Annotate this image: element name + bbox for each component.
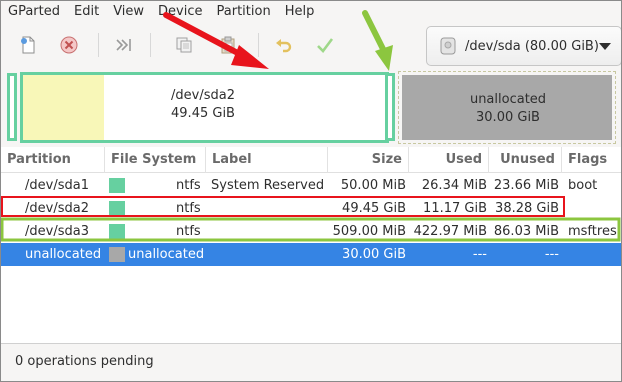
- cell-size: 49.45 GiB: [342, 201, 406, 216]
- unallocated-size: 30.00 GiB: [476, 110, 540, 125]
- cell-partition: /dev/sda3: [25, 224, 89, 239]
- table-row[interactable]: /dev/sda1 ntfs System Reserved 50.00 MiB…: [1, 174, 621, 197]
- cell-unused: 23.66 MiB: [493, 178, 559, 193]
- chevron-down-icon: [599, 43, 611, 50]
- cell-filesystem: ntfs: [176, 201, 201, 216]
- cell-used: 11.17 GiB: [423, 201, 487, 216]
- paste-button[interactable]: [215, 32, 241, 58]
- apply-icon: [317, 38, 334, 53]
- cell-used: 422.97 MiB: [413, 224, 487, 239]
- toolbar-separator: [150, 33, 151, 57]
- status-text: 0 operations pending: [15, 354, 154, 369]
- menu-view[interactable]: View: [108, 1, 149, 23]
- delete-icon: [60, 36, 78, 54]
- delete-partition-button[interactable]: [56, 32, 82, 58]
- cell-size: 50.00 MiB: [340, 178, 406, 193]
- undo-button[interactable]: [271, 32, 297, 58]
- cell-flags: msftres: [568, 224, 617, 239]
- column-header-filesystem[interactable]: File System: [105, 147, 206, 173]
- resize-move-button[interactable]: [111, 32, 137, 58]
- cell-partition: /dev/sda1: [25, 178, 89, 193]
- table-row[interactable]: /dev/sda2 ntfs 49.45 GiB 11.17 GiB 38.28…: [1, 197, 621, 220]
- filesystem-color-swatch: [109, 224, 125, 239]
- column-header-flags[interactable]: Flags: [562, 147, 621, 173]
- apply-button[interactable]: [312, 32, 338, 58]
- menu-bar: GParted Edit View Device Partition Help: [1, 1, 621, 23]
- menu-gparted[interactable]: GParted: [1, 1, 65, 23]
- cell-partition: unallocated: [25, 247, 102, 262]
- copy-icon: [176, 37, 192, 53]
- column-header-size[interactable]: Size: [328, 147, 409, 173]
- disk-graphic: /dev/sda2 49.45 GiB unallocated 30.00 Gi…: [1, 67, 621, 147]
- cell-filesystem: ntfs: [176, 224, 201, 239]
- cell-label: System Reserved: [211, 178, 325, 193]
- device-selector[interactable]: /dev/sda (80.00 GiB): [426, 26, 621, 66]
- toolbar-separator: [98, 33, 99, 57]
- new-icon: [21, 36, 35, 54]
- status-bar: 0 operations pending: [1, 343, 621, 381]
- cell-size: 30.00 GiB: [342, 247, 406, 262]
- menu-partition[interactable]: Partition: [212, 1, 276, 23]
- unallocated-name: unallocated: [469, 92, 547, 107]
- hard-disk-icon: [440, 37, 456, 55]
- cell-flags: boot: [568, 178, 598, 193]
- partition-size: 49.45 GiB: [171, 106, 235, 121]
- cell-unused: ---: [544, 247, 559, 262]
- column-header-partition[interactable]: Partition: [1, 147, 105, 173]
- column-header-used[interactable]: Used: [409, 147, 489, 173]
- disk-partition-sda1[interactable]: [7, 73, 17, 141]
- gparted-window: GParted Edit View Device Partition Help: [0, 0, 622, 382]
- cell-partition: /dev/sda2: [25, 201, 89, 216]
- menu-device[interactable]: Device: [153, 1, 207, 23]
- used-space-fill: [23, 75, 104, 140]
- cell-unused: 38.28 GiB: [495, 201, 559, 216]
- menu-help[interactable]: Help: [280, 1, 320, 23]
- table-row[interactable]: /dev/sda3 ntfs 509.00 MiB 422.97 MiB 86.…: [1, 220, 621, 243]
- table-row-selected[interactable]: unallocated unallocated 30.00 GiB --- --…: [1, 243, 621, 266]
- cell-size: 509.00 MiB: [332, 224, 406, 239]
- table-header: Partition File System Label Size Used Un…: [1, 147, 621, 173]
- copy-button[interactable]: [171, 32, 197, 58]
- filesystem-color-swatch: [109, 178, 125, 193]
- column-header-label[interactable]: Label: [206, 147, 328, 173]
- toolbar: /dev/sda (80.00 GiB): [1, 23, 621, 67]
- disk-partition-sda2[interactable]: /dev/sda2 49.45 GiB: [20, 72, 389, 143]
- toolbar-separator: [258, 33, 259, 57]
- undo-icon: [276, 39, 292, 53]
- disk-partition-sda3[interactable]: [385, 73, 395, 141]
- device-selector-label: /dev/sda (80.00 GiB): [465, 38, 599, 54]
- filesystem-color-swatch: [109, 247, 125, 262]
- partition-name: /dev/sda2: [171, 88, 235, 103]
- cell-filesystem: unallocated: [128, 247, 205, 262]
- cell-used: 26.34 MiB: [421, 178, 487, 193]
- menu-edit[interactable]: Edit: [69, 1, 104, 23]
- disk-unallocated[interactable]: unallocated 30.00 GiB: [398, 71, 616, 144]
- cell-filesystem: ntfs: [176, 178, 201, 193]
- resize-move-icon: [116, 39, 131, 51]
- cell-unused: 86.03 MiB: [493, 224, 559, 239]
- cell-used: ---: [472, 247, 487, 262]
- paste-icon: [221, 36, 235, 54]
- column-header-unused[interactable]: Unused: [489, 147, 562, 173]
- new-partition-button[interactable]: [15, 32, 41, 58]
- filesystem-color-swatch: [109, 201, 125, 216]
